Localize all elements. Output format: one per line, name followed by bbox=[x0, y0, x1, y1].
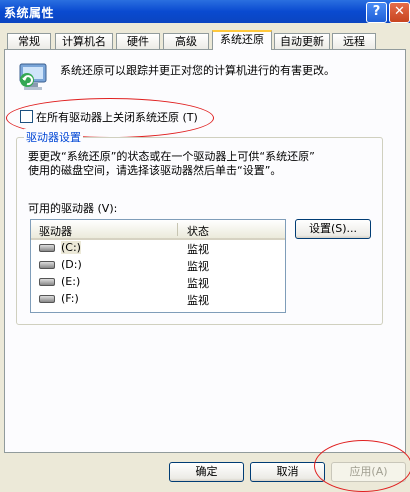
close-icon: ✕ bbox=[394, 4, 405, 19]
drive-name: (F:) bbox=[61, 292, 79, 305]
description-line-2: 使用的磁盘空间，请选择该驱动器然后单击“设置”。 bbox=[28, 164, 282, 177]
drive-settings-description: 要更改“系统还原”的状态或在一个驱动器上可供“系统还原” 使用的磁盘空间，请选择… bbox=[28, 150, 315, 178]
drive-row[interactable]: (F:) 监视 bbox=[31, 290, 285, 307]
column-status[interactable]: 状态 bbox=[187, 223, 209, 239]
hard-drive-icon bbox=[39, 295, 55, 303]
drive-row[interactable]: (D:) 监视 bbox=[31, 256, 285, 273]
drive-row[interactable]: (E:) 监视 bbox=[31, 273, 285, 290]
tab-automatic-updates[interactable]: 自动更新 bbox=[274, 33, 330, 49]
help-icon: ? bbox=[372, 4, 381, 19]
close-button[interactable]: ✕ bbox=[389, 2, 410, 23]
tab-advanced[interactable]: 高级 bbox=[163, 33, 209, 49]
drive-name: (E:) bbox=[61, 275, 81, 288]
help-button[interactable]: ? bbox=[366, 2, 387, 23]
tab-computer-name[interactable]: 计算机名 bbox=[55, 33, 113, 49]
drive-name: (C:) bbox=[61, 241, 81, 254]
drive-status: 监视 bbox=[187, 260, 209, 273]
ok-button[interactable]: 确定 bbox=[169, 462, 244, 482]
settings-button[interactable]: 设置(S)... bbox=[295, 219, 371, 239]
drive-settings-label: 驱动器设置 bbox=[24, 129, 83, 145]
turn-off-restore-label: 在所有驱动器上关闭系统还原 (T) bbox=[36, 111, 198, 124]
hard-drive-icon bbox=[39, 244, 55, 252]
tab-hardware[interactable]: 硬件 bbox=[116, 33, 160, 49]
drive-list[interactable]: 驱动器 状态 (C:) 监视 (D:) 监视 (E:) 监视 (F:) 监视 bbox=[30, 219, 286, 313]
title-bar: 系统属性 ? ✕ bbox=[0, 0, 410, 23]
column-drive[interactable]: 驱动器 bbox=[39, 223, 72, 239]
drive-status: 监视 bbox=[187, 243, 209, 256]
hard-drive-icon bbox=[39, 261, 55, 269]
hard-drive-icon bbox=[39, 278, 55, 286]
column-separator[interactable] bbox=[177, 223, 178, 236]
drive-status: 监视 bbox=[187, 277, 209, 290]
intro-text: 系统还原可以跟踪并更正对您的计算机进行的有害更改。 bbox=[60, 64, 335, 77]
description-line-1: 要更改“系统还原”的状态或在一个驱动器上可供“系统还原” bbox=[28, 150, 315, 163]
drive-status: 监视 bbox=[187, 294, 209, 307]
window-title: 系统属性 bbox=[4, 6, 55, 20]
cancel-button[interactable]: 取消 bbox=[250, 462, 325, 482]
drive-row[interactable]: (C:) 监视 bbox=[31, 239, 285, 256]
list-header: 驱动器 状态 bbox=[31, 220, 285, 240]
tab-system-restore[interactable]: 系统还原 bbox=[212, 30, 272, 50]
tab-general[interactable]: 常规 bbox=[7, 33, 51, 49]
apply-button[interactable]: 应用(A) bbox=[331, 462, 406, 482]
tab-remote[interactable]: 远程 bbox=[332, 33, 376, 49]
checkbox-box[interactable] bbox=[20, 110, 33, 123]
available-drives-label: 可用的驱动器 (V): bbox=[28, 202, 118, 215]
drive-name: (D:) bbox=[61, 258, 82, 271]
system-restore-icon bbox=[19, 63, 47, 90]
tab-strip: 常规 计算机名 硬件 高级 系统还原 自动更新 远程 bbox=[0, 30, 410, 50]
